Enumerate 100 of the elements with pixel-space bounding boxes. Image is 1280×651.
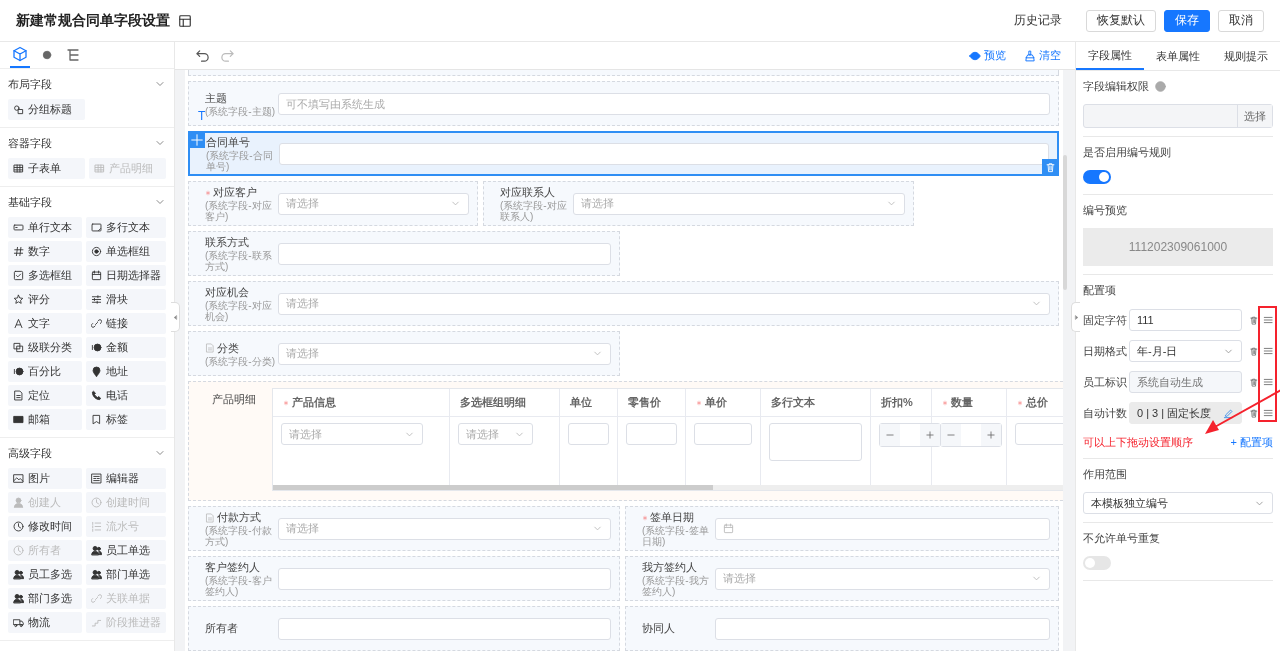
field-type-item[interactable]: 日期选择器 bbox=[86, 265, 166, 286]
field-type-item[interactable]: 定位 bbox=[8, 385, 82, 406]
save-button[interactable]: 保存 bbox=[1164, 9, 1210, 32]
undo-icon[interactable] bbox=[195, 48, 210, 63]
preview-button[interactable]: 预览 bbox=[965, 48, 1010, 63]
plus-icon[interactable] bbox=[925, 430, 935, 440]
field-type-item[interactable]: 分组标题 bbox=[8, 99, 85, 120]
field-type-item[interactable]: 子表单 bbox=[8, 158, 85, 179]
select-button[interactable]: 选择 bbox=[1237, 105, 1272, 127]
number-stepper[interactable] bbox=[879, 423, 941, 447]
column-header[interactable]: 多选框组明细 bbox=[450, 389, 560, 417]
field-type-item[interactable]: 数字 bbox=[8, 241, 82, 262]
edit-icon[interactable] bbox=[1223, 407, 1234, 419]
text-field[interactable] bbox=[278, 567, 611, 590]
text-field[interactable] bbox=[278, 617, 611, 640]
eye-icon bbox=[969, 49, 981, 62]
field-type-item[interactable]: 物流 bbox=[8, 612, 82, 633]
add-config-link[interactable]: + 配置项 bbox=[1230, 435, 1273, 450]
field-type-item[interactable]: 修改时间 bbox=[8, 516, 82, 537]
panel-tab[interactable]: 规则提示 bbox=[1212, 42, 1280, 70]
field-type-item[interactable]: 单行文本 bbox=[8, 217, 82, 238]
text-field[interactable] bbox=[278, 242, 611, 265]
field-note: (系统字段-合同单号) bbox=[206, 150, 274, 172]
history-link[interactable]: 历史记录 bbox=[1014, 12, 1062, 29]
help-icon bbox=[42, 50, 52, 60]
permission-field[interactable]: 选择 bbox=[1083, 104, 1273, 128]
field-block[interactable]: 产品明细 产品信息 多选框组明细 单位 零售价 单价 多行文本 折扣% 数量 总价 请选择 请选择 bbox=[188, 381, 1063, 501]
column-header[interactable]: 单价 bbox=[686, 389, 761, 417]
field-type-item[interactable]: 滑块 bbox=[86, 289, 166, 310]
column-header[interactable]: 数量 bbox=[932, 389, 1007, 417]
clear-button[interactable]: 清空 bbox=[1020, 48, 1065, 63]
column-header[interactable]: 折扣% bbox=[871, 389, 932, 417]
field-type-item[interactable]: 标签 bbox=[86, 409, 166, 430]
field-type-item[interactable]: 单选框组 bbox=[86, 241, 166, 262]
section-label: 不允许单号重复 bbox=[1083, 531, 1161, 546]
move-handle[interactable] bbox=[189, 132, 205, 148]
plus-icon[interactable] bbox=[986, 430, 996, 440]
text-field[interactable] bbox=[1015, 423, 1063, 445]
layout-icon[interactable] bbox=[178, 13, 192, 28]
field-type-item[interactable]: 员工多选 bbox=[8, 564, 82, 585]
delete-button[interactable] bbox=[1042, 159, 1058, 175]
select-field[interactable]: 本模板独立编号 bbox=[1083, 492, 1273, 514]
field-block[interactable]: 协同人 bbox=[625, 606, 1059, 651]
field-label: 对应机会 bbox=[205, 285, 249, 300]
field-type-item[interactable]: 图片 bbox=[8, 468, 82, 489]
field-type-item[interactable]: 链接 bbox=[86, 313, 166, 334]
text-field[interactable]: 可不填写由系统生成 bbox=[278, 92, 1050, 115]
redo-icon[interactable] bbox=[220, 48, 235, 63]
field-block[interactable]: 付款方式 (系统字段-付款方式) 请选择 bbox=[188, 506, 620, 551]
field-type-item[interactable]: 百分比 bbox=[8, 361, 82, 382]
field-type-item[interactable]: 多选框组 bbox=[8, 265, 82, 286]
field-type-item[interactable]: 员工单选 bbox=[86, 540, 166, 561]
field-type-item[interactable]: 多行文本 bbox=[86, 217, 166, 238]
field-block[interactable]: 对应客户 (系统字段-对应客户) 请选择 bbox=[188, 181, 478, 226]
text-field[interactable] bbox=[279, 142, 1049, 165]
counter-field[interactable]: 0 | 3 | 固定长度 bbox=[1129, 402, 1242, 424]
column-header[interactable]: 多行文本 bbox=[761, 389, 871, 417]
field-type-item[interactable]: 编辑器 bbox=[86, 468, 166, 489]
action-button[interactable]: 取消 bbox=[1218, 9, 1264, 32]
field-block[interactable]: 联系方式 (系统字段-联系方式) bbox=[188, 231, 620, 276]
field-block[interactable]: 合同单号 (系统字段-合同单号) bbox=[188, 131, 1059, 176]
column-header[interactable]: 总价 bbox=[1007, 389, 1063, 417]
field-type-item[interactable]: 部门单选 bbox=[86, 564, 166, 585]
toggle-switch[interactable] bbox=[1083, 556, 1111, 570]
field-block[interactable]: 对应机会 (系统字段-对应机会) 请选择 bbox=[188, 281, 1059, 326]
date-field[interactable] bbox=[715, 517, 1050, 540]
collapse-handle[interactable] bbox=[1071, 302, 1080, 332]
field-type-item[interactable]: 邮箱 bbox=[8, 409, 82, 430]
collapse-handle[interactable] bbox=[171, 302, 180, 332]
text-field[interactable] bbox=[715, 617, 1050, 640]
text-field[interactable]: 111 bbox=[1129, 309, 1242, 331]
panel-tab[interactable]: 字段属性 bbox=[1076, 42, 1144, 70]
panel-tab[interactable]: 表单属性 bbox=[1144, 42, 1212, 70]
field-type-item[interactable]: 评分 bbox=[8, 289, 82, 310]
text-field[interactable] bbox=[626, 423, 677, 445]
field-type-item[interactable]: 电话 bbox=[86, 385, 166, 406]
field-block[interactable]: 签单日期 (系统字段-签单日期) bbox=[625, 506, 1059, 551]
field-block[interactable]: 客户签约人 (系统字段-客户签约人) bbox=[188, 556, 620, 601]
toggle-switch[interactable] bbox=[1083, 170, 1111, 184]
field-block[interactable]: 对应联系人 (系统字段-对应联系人) 请选择 bbox=[483, 181, 914, 226]
number-stepper[interactable] bbox=[940, 423, 1002, 447]
field-type-item[interactable]: 地址 bbox=[86, 361, 166, 382]
field-note: (系统字段-对应联系人) bbox=[500, 200, 568, 222]
textarea-field[interactable] bbox=[769, 423, 862, 461]
field-block[interactable]: 我方签约人 (系统字段-我方签约人) 请选择 bbox=[625, 556, 1059, 601]
document-icon bbox=[13, 390, 24, 401]
text-field[interactable] bbox=[694, 423, 752, 445]
column-header[interactable]: 产品信息 bbox=[273, 389, 450, 417]
text-field[interactable] bbox=[568, 423, 609, 445]
field-type-item[interactable]: 级联分类 bbox=[8, 337, 82, 358]
field-type-item[interactable]: 金额 bbox=[86, 337, 166, 358]
field-block[interactable]: 所有者 bbox=[188, 606, 620, 651]
column-header[interactable]: 单位 bbox=[560, 389, 618, 417]
select-field[interactable]: 年-月-日 bbox=[1129, 340, 1242, 362]
location-icon bbox=[91, 366, 102, 377]
field-type-item[interactable]: 文字 bbox=[8, 313, 82, 334]
action-button[interactable]: 恢复默认 bbox=[1086, 9, 1156, 32]
config-label: 固定字符 bbox=[1083, 312, 1125, 328]
field-type-item[interactable]: 部门多选 bbox=[8, 588, 82, 609]
column-header[interactable]: 零售价 bbox=[618, 389, 686, 417]
